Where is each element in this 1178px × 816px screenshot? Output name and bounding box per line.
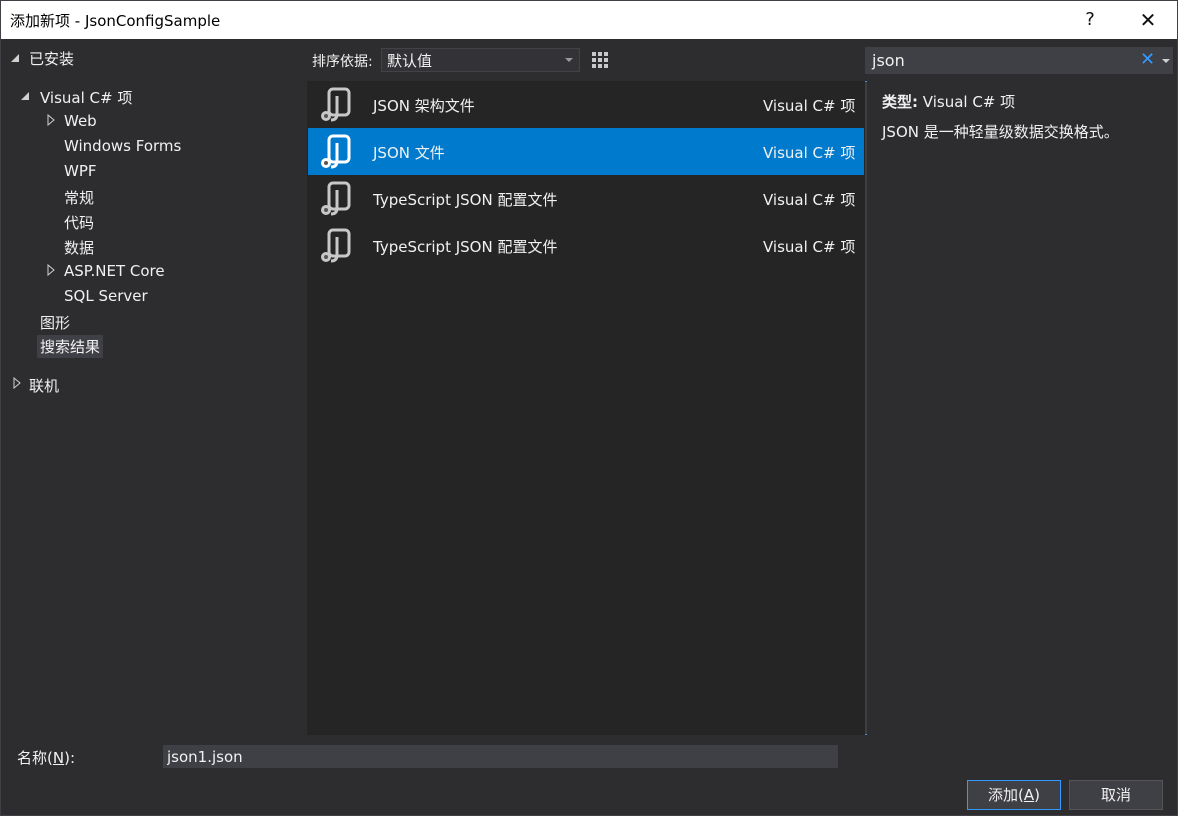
sort-by-label: 排序依据:	[312, 54, 373, 70]
item-category: Visual C# 项	[763, 97, 856, 115]
item-name: JSON 架构文件	[373, 97, 475, 115]
sort-by-dropdown[interactable]: 默认值	[381, 48, 580, 72]
collapsed-arrow-icon[interactable]	[47, 114, 55, 126]
tree-node-aspnet-core[interactable]: ASP.NET Core	[64, 262, 165, 280]
medium-icons-view-button[interactable]	[587, 47, 613, 73]
template-list: JSON 架构文件 Visual C# 项 JSON 文件 Visual C# …	[307, 81, 865, 735]
cancel-button[interactable]: 取消	[1069, 780, 1163, 810]
tree-node-wpf[interactable]: WPF	[64, 162, 97, 180]
name-label: 名称(N):	[17, 749, 75, 767]
collapsed-arrow-icon[interactable]	[13, 377, 21, 389]
item-description: JSON 是一种轻量级数据交换格式。	[882, 123, 1119, 141]
help-button[interactable]: ?	[1067, 1, 1113, 39]
tree-node-graphics[interactable]: 图形	[40, 312, 70, 333]
tree-node-web[interactable]: Web	[64, 112, 97, 130]
name-field[interactable]	[163, 745, 838, 768]
list-item[interactable]: TypeScript JSON 配置文件 Visual C# 项	[308, 222, 864, 269]
json-file-icon	[321, 87, 351, 122]
expand-arrow-icon[interactable]	[9, 52, 21, 64]
item-name: JSON 文件	[373, 144, 445, 162]
tree-node-online[interactable]: 联机	[29, 375, 59, 396]
list-item[interactable]: JSON 文件 Visual C# 项	[308, 128, 864, 175]
dialog-title: 添加新项 - JsonConfigSample	[10, 12, 221, 30]
json-file-icon	[321, 181, 351, 216]
list-item[interactable]: TypeScript JSON 配置文件 Visual C# 项	[308, 175, 864, 222]
tree-node-installed[interactable]: 已安装	[29, 48, 74, 69]
json-file-icon	[321, 134, 351, 169]
tree-node-data[interactable]: 数据	[64, 237, 94, 258]
details-pane: 类型: Visual C# 项 JSON 是一种轻量级数据交换格式。	[867, 81, 1177, 735]
item-name: TypeScript JSON 配置文件	[373, 191, 558, 209]
type-value: Visual C# 项	[922, 93, 1016, 111]
search-options-dropdown-icon[interactable]	[1162, 59, 1170, 63]
dropdown-arrow-icon	[565, 58, 573, 62]
clear-search-icon[interactable]: ✕	[1140, 49, 1155, 70]
tree-node-code[interactable]: 代码	[64, 212, 94, 233]
json-file-icon	[321, 228, 351, 263]
item-category: Visual C# 项	[763, 191, 856, 209]
collapsed-arrow-icon[interactable]	[47, 264, 55, 276]
tree-node-search-results[interactable]: 搜索结果	[37, 335, 104, 358]
sort-by-value: 默认值	[387, 52, 433, 70]
item-name: TypeScript JSON 配置文件	[373, 238, 558, 256]
search-input[interactable]: json ✕	[865, 47, 1173, 74]
tree-node-visual-csharp[interactable]: Visual C# 项	[40, 87, 132, 108]
tree-node-general[interactable]: 常规	[64, 187, 94, 208]
template-tree: 已安装 Visual C# 项 Web Windows Forms WPF 常规…	[1, 39, 307, 735]
title-bar: 添加新项 - JsonConfigSample ? ✕	[1, 1, 1177, 39]
item-category: Visual C# 项	[763, 144, 856, 162]
list-item[interactable]: JSON 架构文件 Visual C# 项	[308, 81, 864, 128]
tree-node-windows-forms[interactable]: Windows Forms	[64, 137, 181, 155]
expand-arrow-icon[interactable]	[19, 90, 31, 102]
type-label: 类型:	[882, 93, 918, 111]
add-button[interactable]: 添加(A)	[967, 780, 1061, 810]
item-type: 类型: Visual C# 项	[882, 91, 1015, 112]
search-value: json	[872, 51, 905, 70]
add-new-item-dialog: 添加新项 - JsonConfigSample ? ✕ 已安装 Visual C…	[0, 0, 1178, 816]
grid-view-icon	[592, 52, 608, 68]
tree-node-sql-server[interactable]: SQL Server	[64, 287, 148, 305]
close-button[interactable]: ✕	[1125, 1, 1171, 39]
item-category: Visual C# 项	[763, 238, 856, 256]
